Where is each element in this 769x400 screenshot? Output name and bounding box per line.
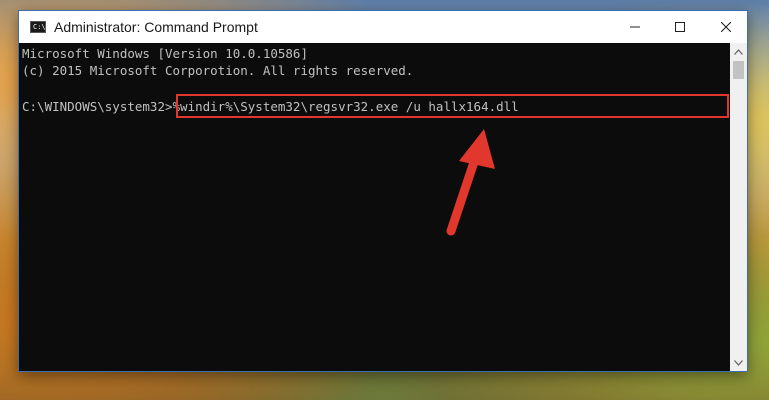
scroll-up-button[interactable]	[730, 43, 747, 60]
console-output[interactable]: Microsoft Windows [Version 10.0.10586] (…	[19, 43, 730, 371]
close-icon	[720, 22, 731, 32]
pointer-arrow-icon	[446, 129, 495, 236]
minimize-icon	[629, 26, 640, 28]
chevron-up-icon	[734, 48, 743, 55]
maximize-icon	[674, 22, 685, 32]
cmd-icon: C:\	[30, 21, 46, 33]
vertical-scrollbar[interactable]	[730, 43, 747, 371]
console-prompt: C:\WINDOWS\system32>	[22, 99, 173, 114]
scroll-thumb[interactable]	[733, 61, 744, 79]
command-prompt-window: C:\ Administrator: Command Prompt Micros…	[18, 10, 748, 372]
window-title: Administrator: Command Prompt	[54, 19, 258, 35]
console-line-copyright: (c) 2015 Microsoft Corporotion. All righ…	[22, 63, 414, 78]
command-highlight-box	[176, 94, 729, 118]
console-line-version: Microsoft Windows [Version 10.0.10586]	[22, 46, 308, 61]
cmd-icon-text: C:\	[33, 23, 46, 31]
close-button[interactable]	[703, 11, 748, 43]
chevron-down-icon	[734, 359, 743, 366]
maximize-button[interactable]	[657, 11, 702, 43]
scroll-down-button[interactable]	[730, 354, 747, 371]
minimize-button[interactable]	[612, 11, 657, 43]
title-bar[interactable]: C:\ Administrator: Command Prompt	[19, 11, 747, 43]
